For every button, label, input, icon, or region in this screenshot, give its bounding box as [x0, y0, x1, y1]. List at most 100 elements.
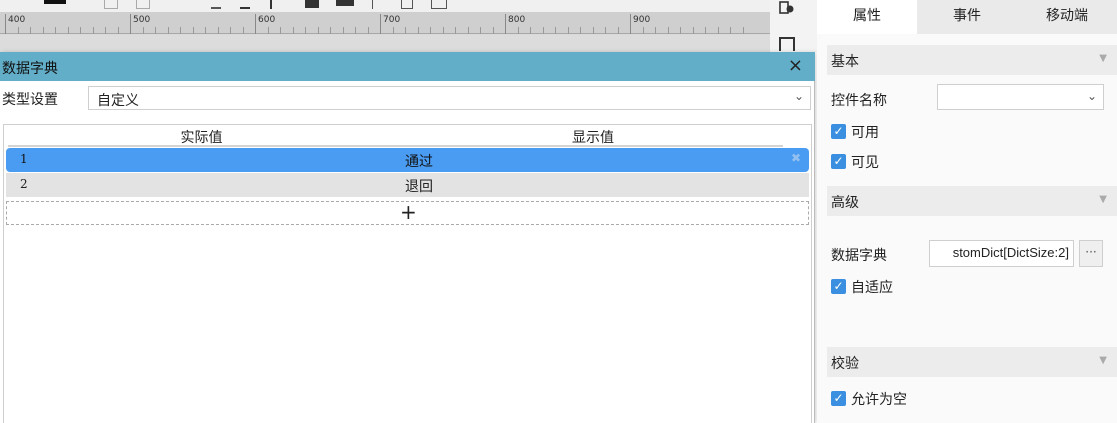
close-icon[interactable]: × [788, 55, 803, 77]
ruler-minor-tick [405, 27, 406, 34]
grid-icon[interactable] [136, 0, 150, 9]
ruler-minor-tick [742, 27, 744, 34]
ruler-minor-tick [305, 27, 306, 34]
type-setting-label: 类型设置 [2, 92, 58, 108]
align-icon[interactable] [240, 0, 250, 9]
ruler-minor-tick [267, 27, 269, 34]
dict-value: stomDict[DictSize:2] [952, 245, 1069, 260]
ruler-minor-tick [30, 27, 31, 34]
cell-display[interactable]: 通过 [405, 151, 433, 171]
checkbox-checked-icon[interactable]: ✓ [831, 154, 846, 169]
ruler-minor-tick [167, 27, 169, 34]
designer-canvas-top: 400 500 600 700 800 900 [0, 0, 770, 52]
cell-actual[interactable]: 2 [20, 177, 28, 191]
ruler-minor-tick [455, 27, 456, 34]
ruler-minor-tick [230, 27, 231, 34]
section-validation-title: 校验 [831, 356, 859, 372]
type-select-value: 自定义 [97, 93, 139, 109]
allow-empty-label: 允许为空 [851, 392, 907, 408]
caret-down-icon: ▼ [1099, 355, 1107, 366]
section-validation[interactable]: 校验 ▼ [827, 347, 1117, 377]
dict-label: 数据字典 [831, 248, 887, 264]
side-tool-strip [770, 0, 817, 52]
section-basic[interactable]: 基本 ▼ [827, 45, 1117, 75]
ruler-major-tick [505, 14, 506, 34]
dialog-title-bar[interactable]: 数据字典 × [0, 52, 815, 81]
tab-mobile[interactable]: 移动端 [1017, 0, 1117, 34]
fill-icon[interactable] [305, 0, 319, 8]
ruler-major-tick [255, 14, 256, 34]
ruler-minor-tick [180, 27, 181, 34]
ruler-minor-tick [330, 27, 331, 34]
ruler-minor-tick [117, 27, 119, 34]
plus-icon: + [400, 200, 417, 224]
text-direction-icon[interactable] [270, 0, 282, 9]
underline-icon[interactable] [211, 0, 221, 9]
control-name-input[interactable]: ⌄ [937, 84, 1104, 110]
ruler-minor-tick [530, 27, 531, 34]
ruler-minor-tick [92, 27, 94, 34]
header-divider [8, 145, 783, 147]
widget-settings-icon[interactable] [779, 0, 795, 14]
cell-actual[interactable]: 1 [20, 152, 28, 166]
enabled-label: 可用 [851, 125, 879, 141]
ruler-minor-tick [705, 27, 706, 34]
border-icon[interactable] [104, 0, 118, 9]
ruler-minor-tick [105, 27, 106, 34]
checkbox-checked-icon[interactable]: ✓ [831, 124, 846, 139]
dict-edit-button[interactable]: ··· [1079, 240, 1103, 267]
cell-display[interactable]: 退回 [405, 176, 433, 196]
ruler-minor-tick [417, 27, 419, 34]
ruler-minor-tick [242, 27, 244, 34]
add-row-button[interactable]: + [6, 200, 809, 225]
ruler-minor-tick [567, 27, 569, 34]
ruler-label: 500 [133, 15, 151, 25]
chevron-down-icon[interactable]: ⌄ [794, 89, 804, 103]
background-icon[interactable] [336, 0, 354, 6]
ruler-minor-tick [492, 27, 494, 34]
ruler-minor-tick [142, 27, 144, 34]
column-header-actual: 实际值 [180, 130, 223, 146]
type-select[interactable]: 自定义 ⌄ [88, 86, 811, 110]
column-header-display: 显示值 [572, 130, 614, 146]
tab-events[interactable]: 事件 [917, 0, 1017, 34]
ruler-label: 700 [383, 15, 401, 25]
table-row[interactable]: 2 退回 [6, 173, 809, 197]
ruler-minor-tick [430, 27, 431, 34]
arrow-icon[interactable] [372, 0, 380, 9]
table-row[interactable]: 1 通过 ✖ [6, 148, 809, 172]
type-setting-row: 类型设置 自定义 ⌄ [0, 85, 815, 111]
ruler-minor-tick [605, 27, 606, 34]
format-toolbar [0, 0, 770, 12]
chevron-down-icon[interactable]: ⌄ [1087, 89, 1097, 103]
font-color-icon[interactable] [44, 0, 66, 4]
ruler-minor-tick [17, 27, 19, 34]
data-dictionary-dialog: 数据字典 × 类型设置 自定义 ⌄ 实际值 显示值 1 通过 ✖ 2 退回 + [0, 52, 815, 423]
delete-row-icon[interactable]: ✖ [791, 151, 801, 165]
horizontal-ruler: 400 500 600 700 800 900 [0, 12, 770, 34]
ruler-minor-tick [730, 27, 731, 34]
ruler-minor-tick [342, 27, 344, 34]
dict-field[interactable]: stomDict[DictSize:2] [929, 240, 1074, 267]
frame-icon[interactable] [431, 0, 447, 9]
section-advanced[interactable]: 高级 ▼ [827, 186, 1117, 216]
ruler-minor-tick [55, 27, 56, 34]
panel-tabs: 属性 事件 移动端 [817, 0, 1117, 34]
tab-properties[interactable]: 属性 [817, 0, 917, 34]
dialog-title: 数据字典 [2, 61, 58, 77]
checkbox-checked-icon[interactable]: ✓ [831, 279, 846, 294]
ruler-minor-tick [367, 27, 369, 34]
control-name-label: 控件名称 [831, 93, 887, 109]
ruler-minor-tick [280, 27, 281, 34]
layout-icon[interactable] [779, 37, 795, 51]
caret-down-icon: ▼ [1099, 53, 1107, 64]
ruler-minor-tick [442, 27, 444, 34]
ruler-minor-tick [292, 27, 294, 34]
ruler-major-tick [130, 14, 131, 34]
ruler-label: 600 [258, 15, 276, 25]
ruler-major-tick [630, 14, 631, 34]
ruler-minor-tick [67, 27, 69, 34]
checkbox-checked-icon[interactable]: ✓ [831, 391, 846, 406]
ruler-minor-tick [580, 27, 581, 34]
insert-icon[interactable] [401, 0, 413, 9]
